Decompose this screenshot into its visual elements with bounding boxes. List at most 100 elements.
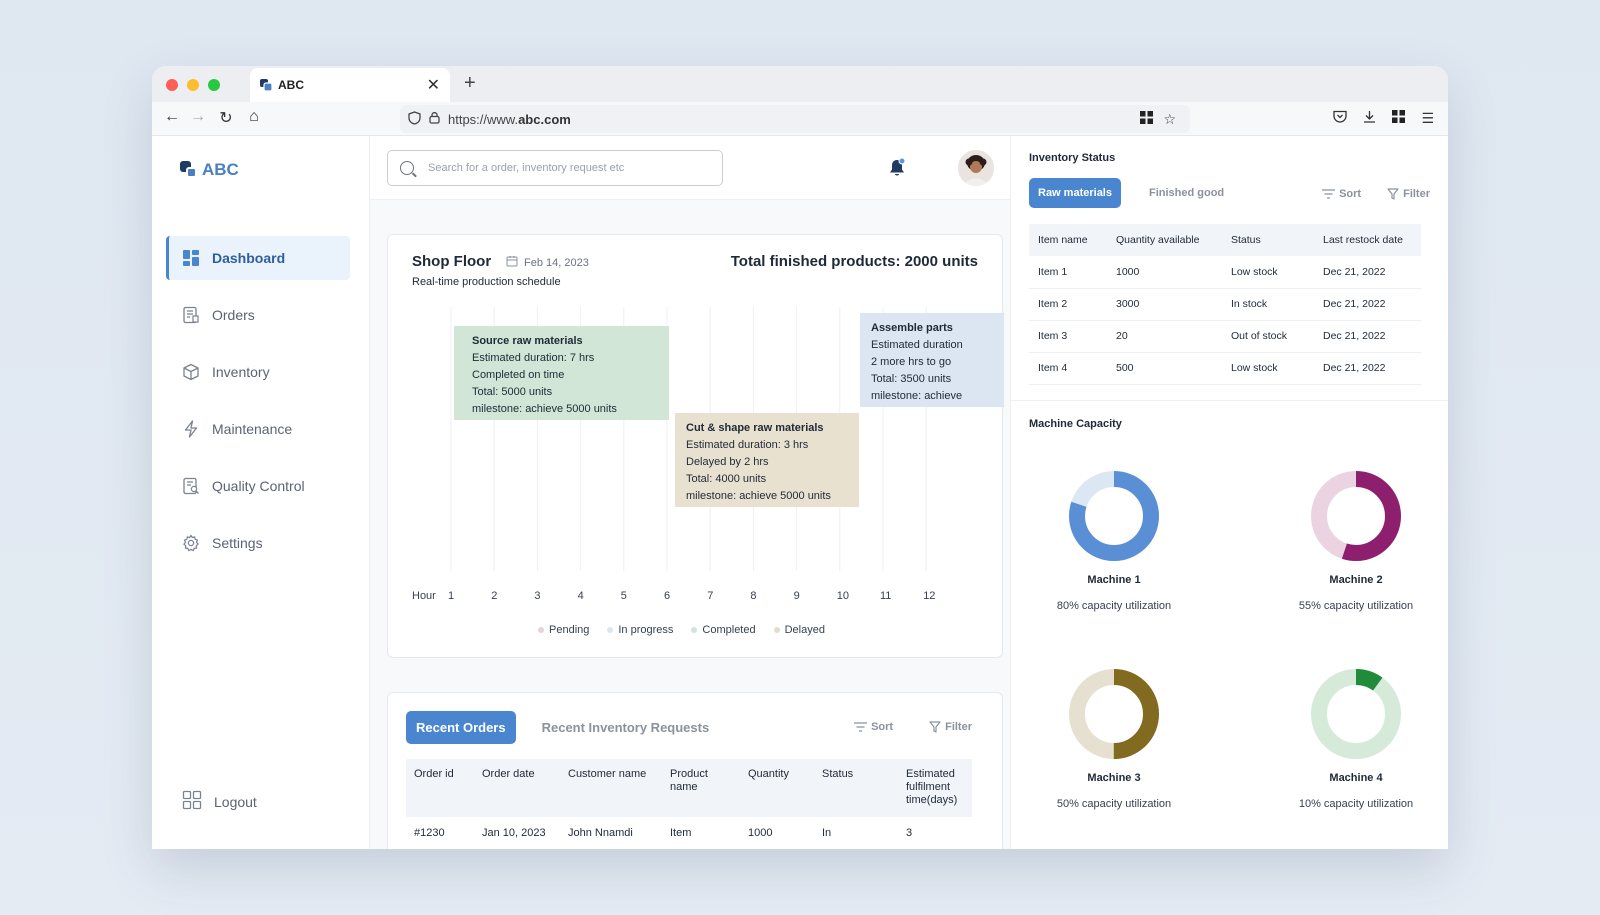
- sidebar-item-settings[interactable]: Settings: [166, 521, 350, 565]
- column-header[interactable]: Quantity available: [1107, 224, 1222, 256]
- download-icon[interactable]: [1363, 110, 1376, 127]
- extensions-grid-icon[interactable]: [1140, 110, 1154, 128]
- column-header[interactable]: Item name: [1029, 224, 1107, 256]
- shop-floor-subtitle: Real-time production schedule: [412, 276, 561, 288]
- legend-dot: [607, 627, 614, 633]
- brand-logo[interactable]: ABC: [180, 160, 239, 180]
- search-box[interactable]: [387, 150, 723, 186]
- task-source-raw-materials[interactable]: Source raw materials Estimated duration:…: [454, 326, 669, 420]
- table-row[interactable]: Item 2 3000 In stock Dec 21, 2022: [1029, 288, 1421, 321]
- sidebar-item-maintenance[interactable]: Maintenance: [166, 407, 350, 451]
- machine-2-card[interactable]: Machine 2 55% capacity utilization: [1256, 470, 1448, 612]
- apps-grid-icon[interactable]: [1392, 110, 1406, 127]
- close-tab-icon[interactable]: ✕: [427, 75, 440, 95]
- machine-4-donut: [1311, 669, 1401, 759]
- browser-window: ABC ✕ + ← → ↻ ⌂ https://www.abc.com ☆ ☰ …: [152, 66, 1448, 849]
- machine-3-card[interactable]: Machine 3 50% capacity utilization: [1014, 668, 1214, 810]
- table-row[interactable]: Item 4 500 Low stock Dec 21, 2022: [1029, 352, 1421, 385]
- gantt-legend: Pending In progress Completed Delayed: [538, 624, 825, 636]
- sort-button[interactable]: Sort: [854, 721, 893, 733]
- table-cell: Item 3: [1029, 320, 1107, 353]
- machine-2-donut: [1311, 471, 1401, 561]
- right-panel: Inventory Status Raw materials Finished …: [1010, 136, 1448, 849]
- browser-tab[interactable]: ABC ✕: [250, 68, 450, 102]
- tab-finished-good[interactable]: Finished good: [1149, 187, 1224, 199]
- url-text: https://www.abc.com: [448, 111, 571, 127]
- table-row[interactable]: #1230 Jan 10, 2023 John Nnamdi Item 1000…: [406, 817, 972, 849]
- menu-hamburger-icon[interactable]: ☰: [1421, 110, 1434, 127]
- donut-track: [1311, 669, 1401, 759]
- hour-tick-label: 6: [664, 590, 671, 602]
- filter-button[interactable]: Filter: [929, 721, 972, 733]
- brand-name: ABC: [202, 160, 239, 179]
- column-header[interactable]: Customer name: [560, 759, 662, 817]
- home-icon[interactable]: ⌂: [244, 108, 264, 126]
- task-cut-shape-raw-materials[interactable]: Cut & shape raw materials Estimated dura…: [675, 413, 859, 507]
- sidebar-item-dashboard[interactable]: Dashboard: [166, 236, 350, 280]
- column-header[interactable]: Status: [1222, 224, 1314, 256]
- bolt-icon: [182, 420, 200, 438]
- logout-button[interactable]: Logout: [182, 790, 257, 813]
- browser-toolbar: ← → ↻ ⌂ https://www.abc.com ☆ ☰: [152, 102, 1448, 136]
- column-header[interactable]: Quantity: [740, 759, 814, 817]
- lock-icon: [429, 111, 440, 127]
- task-line: Completed on time: [472, 369, 565, 381]
- table-row[interactable]: Item 3 20 Out of stock Dec 21, 2022: [1029, 320, 1421, 353]
- task-line: Estimated duration: 3 hrs: [686, 439, 809, 451]
- column-header[interactable]: Order date: [474, 759, 560, 817]
- filter-button[interactable]: Filter: [1387, 188, 1430, 200]
- machine-4-card[interactable]: Machine 4 10% capacity utilization: [1256, 668, 1448, 810]
- sidebar-item-orders[interactable]: Orders: [166, 293, 350, 337]
- machine-utilization: 10% capacity utilization: [1298, 798, 1414, 810]
- maximize-window-button[interactable]: [208, 79, 220, 91]
- recent-tabs: Recent Orders Recent Inventory Requests: [406, 711, 709, 744]
- new-tab-icon[interactable]: +: [464, 72, 476, 95]
- orders-icon: [182, 306, 200, 324]
- tab-recent-inventory-requests[interactable]: Recent Inventory Requests: [542, 720, 710, 735]
- legend-pending: Pending: [538, 624, 589, 636]
- hour-tick-label: 1: [448, 590, 455, 602]
- column-header[interactable]: Status: [814, 759, 898, 817]
- machine-1-card[interactable]: Machine 1 80% capacity utilization: [1014, 470, 1214, 612]
- user-avatar[interactable]: [958, 150, 994, 186]
- column-header[interactable]: Order id: [406, 759, 474, 817]
- report-icon: [182, 477, 200, 495]
- reload-icon[interactable]: ↻: [216, 108, 236, 128]
- column-header[interactable]: Product name: [662, 759, 740, 817]
- task-title: Cut & shape raw materials: [686, 422, 824, 434]
- machine-utilization: 80% capacity utilization: [1056, 600, 1172, 612]
- machine-1-donut: [1069, 471, 1159, 561]
- notification-bell-icon[interactable]: [888, 157, 906, 178]
- search-input[interactable]: [428, 162, 708, 174]
- tab-recent-orders[interactable]: Recent Orders: [406, 711, 516, 744]
- table-row[interactable]: Item 1 1000 Low stock Dec 21, 2022: [1029, 256, 1421, 289]
- filter-icon: [1387, 188, 1399, 200]
- sidebar-item-label: Settings: [212, 535, 263, 551]
- bookmark-star-icon[interactable]: ☆: [1163, 111, 1176, 128]
- column-header[interactable]: Estimated fulfilment time(days): [898, 759, 972, 817]
- task-assemble-parts[interactable]: Assemble parts Estimated duration 2 more…: [860, 313, 1004, 407]
- task-line: 2 more hrs to go: [871, 356, 952, 368]
- table-cell: Out of stock: [1222, 320, 1314, 353]
- sidebar-item-inventory[interactable]: Inventory: [166, 350, 350, 394]
- back-icon[interactable]: ←: [162, 108, 182, 126]
- column-header[interactable]: Last restock date: [1314, 224, 1421, 256]
- inventory-tabs: Raw materials Finished good: [1029, 178, 1224, 208]
- close-window-button[interactable]: [166, 79, 178, 91]
- shop-floor-date[interactable]: Feb 14, 2023: [506, 255, 589, 270]
- sort-icon: [854, 722, 868, 732]
- tab-raw-materials[interactable]: Raw materials: [1029, 178, 1121, 208]
- forward-icon[interactable]: →: [188, 108, 208, 126]
- sidebar-nav: Dashboard Orders Inventory Maintenance Q…: [166, 236, 350, 578]
- minimize-window-button[interactable]: [187, 79, 199, 91]
- abc-favicon-icon: [260, 79, 273, 92]
- table-cell: Dec 21, 2022: [1314, 320, 1421, 353]
- recent-orders-table: Order id Order date Customer name Produc…: [406, 759, 972, 849]
- sidebar-item-quality-control[interactable]: Quality Control: [166, 464, 350, 508]
- table-cell: Item 2: [1029, 288, 1107, 321]
- sort-button[interactable]: Sort: [1322, 188, 1361, 200]
- table-cell: Item: [670, 827, 692, 839]
- pocket-icon[interactable]: [1333, 110, 1348, 127]
- address-bar[interactable]: https://www.abc.com ☆: [400, 105, 1190, 133]
- box-icon: [182, 363, 200, 381]
